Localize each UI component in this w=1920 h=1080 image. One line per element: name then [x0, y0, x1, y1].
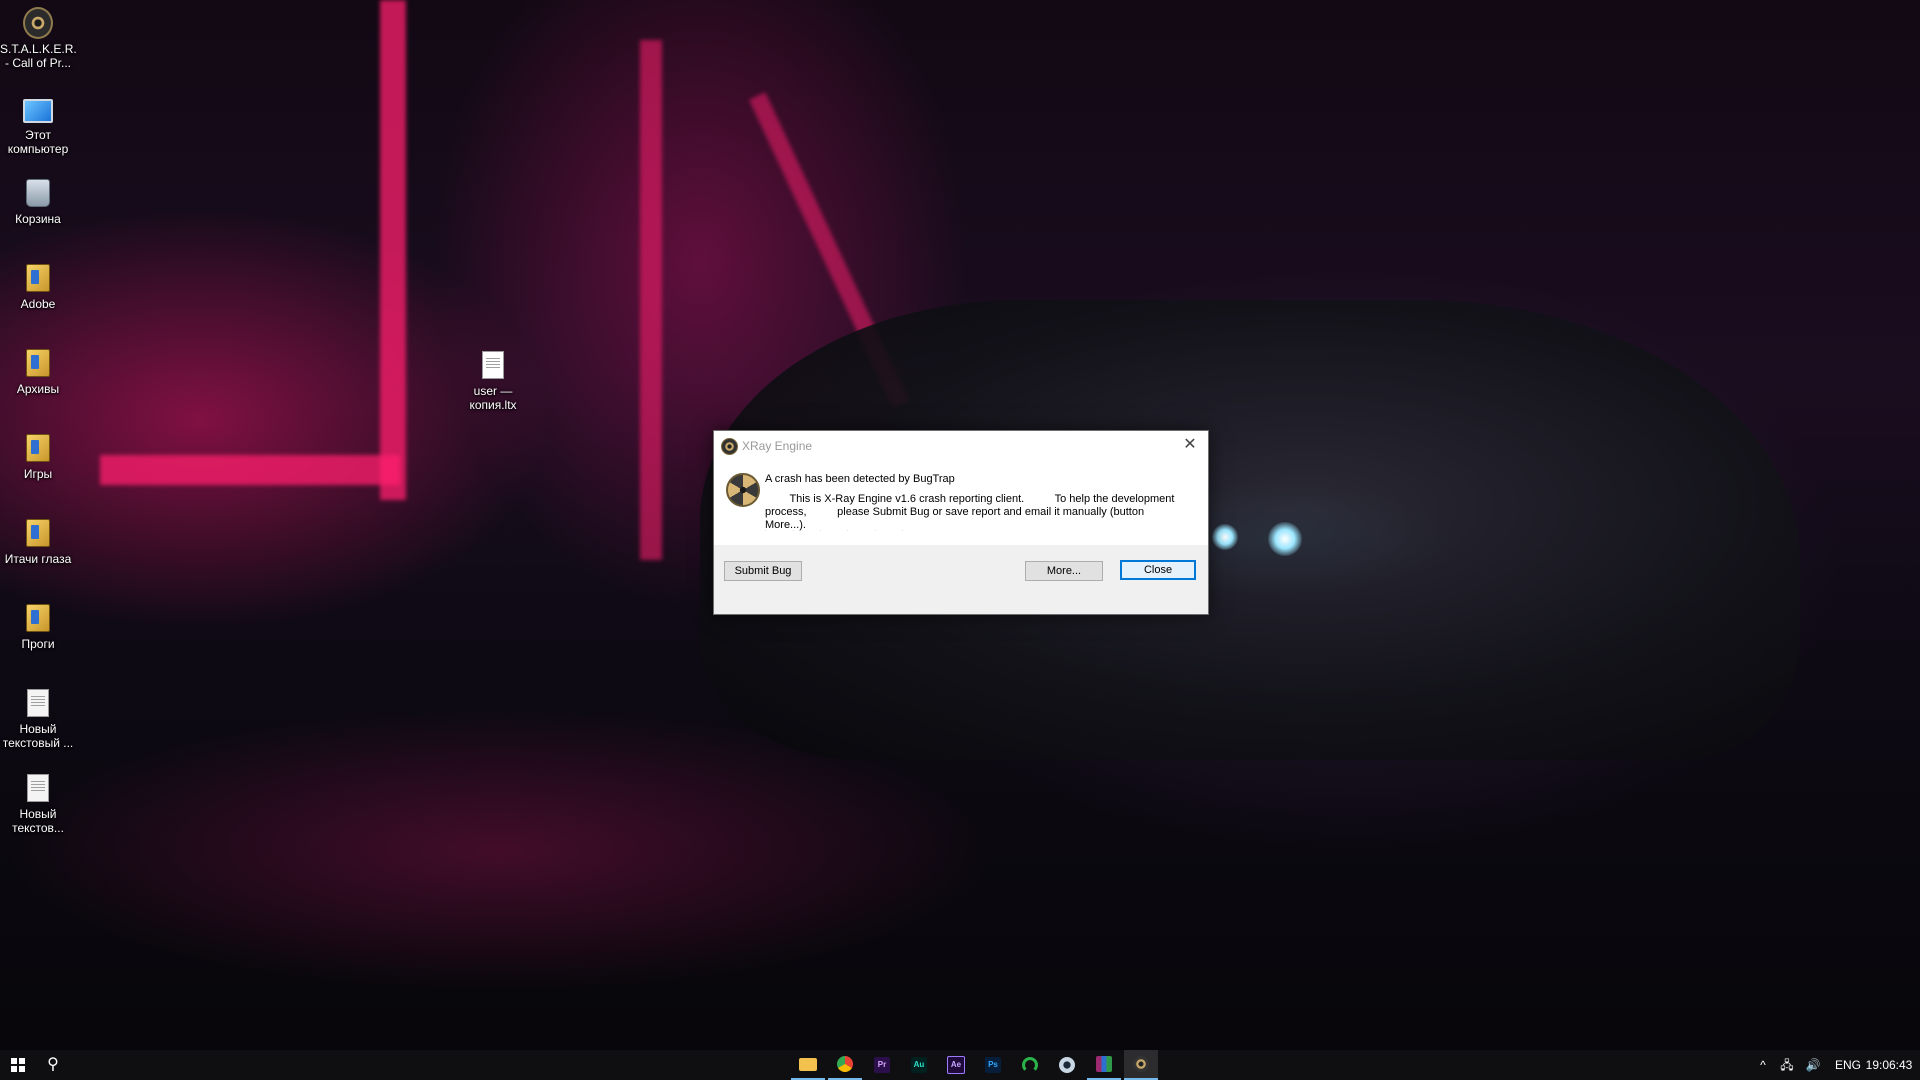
desktop-icon-text-file-2[interactable]: Новый текстов... [0, 767, 76, 835]
desktop-icon-recycle-bin[interactable]: Корзина [0, 172, 76, 226]
wallpaper-neon-bar [380, 0, 406, 500]
taskbar: ⚲ Pr Au Ae Ps ^ 🖧 � [0, 1050, 1920, 1080]
search-icon[interactable]: ⚲ [38, 1050, 68, 1080]
more-button[interactable]: More... [1025, 561, 1103, 581]
desktop-icon-label: S.T.A.L.K.E.R. - Call of Pr... [0, 42, 77, 70]
folder-icon [23, 433, 53, 463]
wallpaper-headlight [1212, 524, 1238, 550]
audition-icon: Au [911, 1057, 927, 1073]
taskbar-chrome[interactable] [828, 1050, 862, 1080]
dialog-footer: Submit Bug More... Close [714, 545, 1208, 614]
start-button[interactable] [0, 1050, 36, 1080]
desktop: S.T.A.L.K.E.R. - Call of Pr... Этот комп… [0, 0, 1920, 1080]
taskbar-audition[interactable]: Au [902, 1050, 936, 1080]
desktop-icon-itachi[interactable]: Итачи глаза [0, 512, 76, 566]
language-indicator[interactable]: ENG [1830, 1050, 1866, 1080]
stalker-game-icon [23, 7, 53, 39]
desktop-icon-programs[interactable]: Проги [0, 597, 76, 651]
desktop-icon-label: Игры [23, 467, 53, 481]
taskbar-photoshop[interactable]: Ps [976, 1050, 1010, 1080]
xray-app-icon [721, 438, 738, 455]
taskbar-file-explorer[interactable] [791, 1050, 825, 1080]
desktop-icon-stalker[interactable]: S.T.A.L.K.E.R. - Call of Pr... [0, 2, 77, 70]
desktop-icon-label: Корзина [15, 212, 61, 226]
dialog-headline: A crash has been detected by BugTrap [765, 473, 955, 485]
desktop-icon-label: Архивы [16, 382, 60, 396]
wallpaper-neon-bar [100, 455, 400, 485]
desktop-icon-adobe[interactable]: Adobe [0, 257, 76, 311]
desktop-icon-label: Итачи глаза [4, 552, 72, 566]
wallpaper-neon-bar [640, 40, 662, 560]
photoshop-icon: Ps [985, 1057, 1001, 1073]
file-icon [478, 350, 508, 380]
file-explorer-icon [799, 1057, 817, 1071]
folder-icon [23, 348, 53, 378]
close-button[interactable]: Close [1120, 560, 1196, 580]
desktop-icon-label: Проги [21, 637, 55, 651]
taskbar-after-effects[interactable]: Ae [939, 1050, 973, 1080]
folder-icon [23, 518, 53, 548]
stalker-app-icon [1133, 1056, 1149, 1072]
radiation-icon [726, 473, 760, 507]
windows-logo-icon [11, 1058, 25, 1072]
network-icon[interactable]: 🖧 [1775, 1050, 1799, 1080]
desktop-icon-user-ltx[interactable]: user — копия.ltx [455, 344, 531, 412]
taskbar-headphones-app[interactable] [1013, 1050, 1047, 1080]
desktop-icon-text-file-1[interactable]: Новый текстовый ... [0, 682, 76, 750]
desktop-icon-label: Новый текстов... [12, 807, 64, 835]
winrar-icon [1096, 1056, 1112, 1072]
show-hidden-icons-chevron[interactable]: ^ [1753, 1050, 1773, 1080]
recycle-bin-icon [23, 178, 53, 208]
chrome-icon [837, 1056, 853, 1072]
clock[interactable]: 19:06:43 [1862, 1050, 1916, 1080]
volume-icon[interactable]: 🔊 [1801, 1050, 1825, 1080]
dialog-titlebar[interactable]: XRay Engine ✕ [714, 431, 1208, 461]
steam-icon [1059, 1057, 1075, 1073]
desktop-icon-this-pc[interactable]: Этот компьютер [0, 88, 76, 156]
wallpaper-headlight [1268, 522, 1302, 556]
folder-icon [23, 263, 53, 293]
headphones-icon [1022, 1057, 1038, 1073]
text-file-icon [23, 688, 53, 718]
desktop-icon-label: Этот компьютер [7, 128, 69, 156]
taskbar-stalker[interactable] [1124, 1050, 1158, 1080]
taskbar-winrar[interactable] [1087, 1050, 1121, 1080]
desktop-icon-label: Adobe [20, 297, 56, 311]
desktop-icon-games[interactable]: Игры [0, 427, 76, 481]
taskbar-premiere[interactable]: Pr [865, 1050, 899, 1080]
desktop-icon-label: Новый текстовый ... [2, 722, 74, 750]
premiere-pro-icon: Pr [874, 1057, 890, 1073]
after-effects-icon: Ae [947, 1056, 965, 1074]
folder-icon [23, 603, 53, 633]
taskbar-steam[interactable] [1050, 1050, 1084, 1080]
dialog-hint-text: . . . . . . [765, 527, 916, 533]
crash-dialog: XRay Engine ✕ A crash has been detected … [713, 430, 1209, 615]
desktop-icon-archives[interactable]: Архивы [0, 342, 76, 396]
desktop-icon-label: user — копия.ltx [469, 384, 517, 412]
text-file-icon [23, 773, 53, 803]
close-icon[interactable]: ✕ [1178, 434, 1202, 456]
dialog-title: XRay Engine [742, 439, 813, 453]
submit-bug-button[interactable]: Submit Bug [724, 561, 802, 581]
computer-icon [23, 94, 53, 124]
